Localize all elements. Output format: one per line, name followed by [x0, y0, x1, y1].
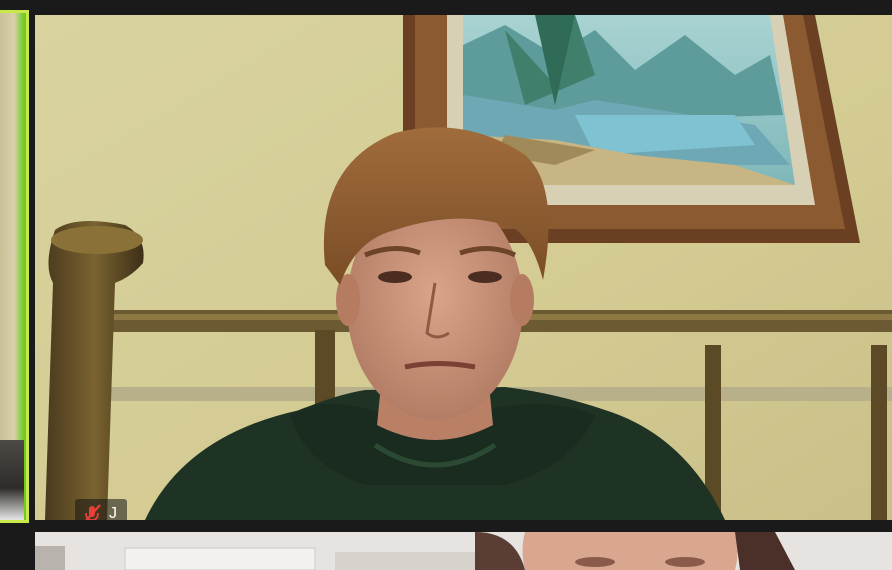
- participant-video-main: [35, 15, 892, 520]
- participant-tile-bottom[interactable]: [35, 532, 892, 570]
- participant-name-tag: J: [75, 499, 127, 520]
- video-grid: J: [0, 0, 892, 570]
- participant-video-left: [0, 440, 24, 520]
- participant-name: J: [109, 505, 117, 520]
- participant-tile-main[interactable]: J: [35, 15, 892, 520]
- participant-video-bottom: [35, 532, 892, 570]
- participant-tile-left[interactable]: [0, 10, 29, 523]
- mic-muted-icon: [85, 504, 101, 520]
